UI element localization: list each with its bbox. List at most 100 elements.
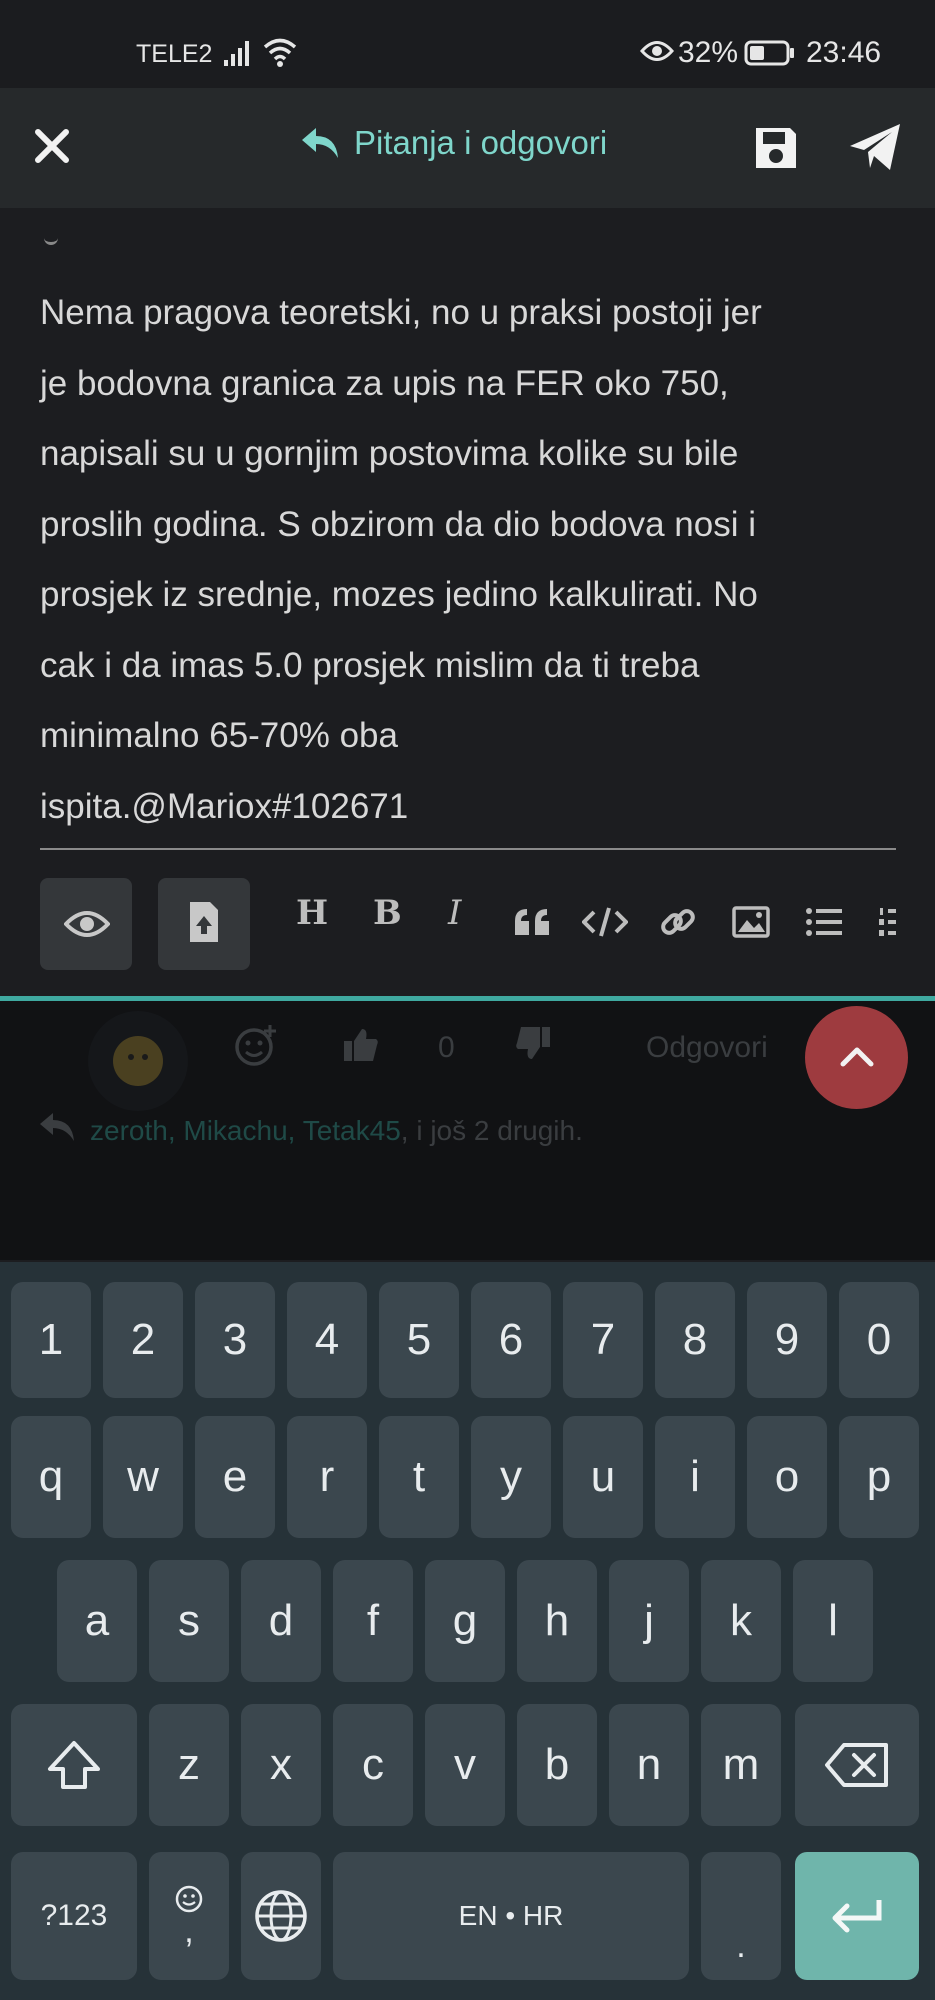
key-u[interactable]: u [563, 1416, 643, 1538]
key-y[interactable]: y [471, 1416, 551, 1538]
reply-more-label: , i još 2 drugih. [400, 1115, 583, 1146]
key-n[interactable]: n [609, 1704, 689, 1826]
globe-icon [255, 1890, 307, 1942]
soft-keyboard: 1 2 3 4 5 6 7 8 9 0 q w e r t y u i o p … [0, 1262, 935, 2000]
shift-key[interactable] [11, 1704, 137, 1826]
reply-link[interactable]: Odgovori [646, 1031, 768, 1065]
image-icon[interactable] [732, 906, 770, 938]
reply-icon [302, 128, 338, 158]
key-p[interactable]: p [839, 1416, 919, 1538]
period-key[interactable]: . [701, 1852, 781, 1980]
key-h[interactable]: h [517, 1560, 597, 1682]
enter-key[interactable] [795, 1852, 919, 1980]
editor-line: proslih godina. S obzirom da dio bodova … [40, 504, 756, 544]
key-k[interactable]: k [701, 1560, 781, 1682]
language-key[interactable] [241, 1852, 321, 1980]
composer-title: Pitanja i odgovori [354, 124, 608, 161]
eye-icon [64, 911, 110, 937]
key-g[interactable]: g [425, 1560, 505, 1682]
file-upload-icon [190, 902, 218, 942]
shift-icon [48, 1741, 100, 1789]
eye-icon [640, 41, 674, 61]
key-c[interactable]: c [333, 1704, 413, 1826]
key-e[interactable]: e [195, 1416, 275, 1538]
editor-line: je bodovna granica za upis na FER oko 75… [40, 363, 729, 403]
space-bar[interactable]: EN • HR [333, 1852, 689, 1980]
wifi-icon [263, 38, 297, 67]
key-x[interactable]: x [241, 1704, 321, 1826]
editor-line: ispita.@Mariox#102671 [40, 786, 409, 826]
key-t[interactable]: t [379, 1416, 459, 1538]
scrolled-text-fragment [44, 236, 58, 245]
keyboard-row-qwerty: q w e r t y u i o p [11, 1416, 926, 1540]
key-i[interactable]: i [655, 1416, 735, 1538]
key-3[interactable]: 3 [195, 1282, 275, 1398]
preview-button[interactable] [40, 878, 132, 970]
editor-line: prosjek iz srednje, mozes jedino kalkuli… [40, 575, 758, 614]
like-count: 0 [438, 1031, 455, 1064]
key-m[interactable]: m [701, 1704, 781, 1826]
ordered-list-icon[interactable] [878, 906, 898, 938]
key-8[interactable]: 8 [655, 1282, 735, 1398]
key-v[interactable]: v [425, 1704, 505, 1826]
key-0[interactable]: 0 [839, 1282, 919, 1398]
key-r[interactable]: r [287, 1416, 367, 1538]
replies-summary[interactable]: zeroth, Mikachu, Tetak45, i još 2 drugih… [90, 1115, 583, 1147]
scroll-to-top-button[interactable] [805, 1006, 908, 1109]
emoji-icon [175, 1885, 203, 1913]
emoji-comma-key[interactable]: , [149, 1852, 229, 1980]
editor-divider [40, 848, 896, 850]
save-draft-icon[interactable] [752, 124, 800, 172]
bold-button[interactable]: B [373, 893, 402, 933]
close-icon[interactable] [32, 126, 72, 166]
signal-icon [224, 41, 249, 66]
comma-label: , [184, 1912, 194, 1950]
symbols-key[interactable]: ?123 [11, 1852, 137, 1980]
keyboard-row-numbers: 1 2 3 4 5 6 7 8 9 0 [11, 1282, 926, 1400]
key-w[interactable]: w [103, 1416, 183, 1538]
key-4[interactable]: 4 [287, 1282, 367, 1398]
key-s[interactable]: s [149, 1560, 229, 1682]
backspace-key[interactable] [795, 1704, 919, 1826]
key-l[interactable]: l [793, 1560, 873, 1682]
reply-usernames[interactable]: zeroth, Mikachu, Tetak45 [90, 1115, 401, 1146]
key-6[interactable]: 6 [471, 1282, 551, 1398]
add-reaction-icon[interactable] [234, 1023, 278, 1067]
reaction-avatar [88, 1011, 188, 1111]
editor-line: minimalno 65-70% oba [40, 716, 398, 755]
key-d[interactable]: d [241, 1560, 321, 1682]
key-q[interactable]: q [11, 1416, 91, 1538]
key-b[interactable]: b [517, 1704, 597, 1826]
post-actions-overlay: 0 Odgovori zeroth, Mikachu, Tetak45, i j… [0, 1001, 935, 1260]
key-a[interactable]: a [57, 1560, 137, 1682]
editor-line: napisali su u gornjim postovima kolike s… [40, 434, 739, 473]
upload-button[interactable] [158, 878, 250, 970]
battery-percent: 32% [678, 36, 739, 69]
code-icon[interactable] [582, 906, 628, 938]
key-o[interactable]: o [747, 1416, 827, 1538]
thumbs-down-icon[interactable] [514, 1025, 552, 1061]
reply-editor[interactable]: Nema pragova teoretski, no u praksi post… [40, 278, 900, 842]
thumbs-up-icon[interactable] [342, 1027, 380, 1063]
keyboard-row-space: ?123 , EN • HR . [11, 1852, 926, 1982]
key-z[interactable]: z [149, 1704, 229, 1826]
key-j[interactable]: j [609, 1560, 689, 1682]
key-f[interactable]: f [333, 1560, 413, 1682]
enter-icon [832, 1900, 882, 1933]
reply-icon [40, 1113, 74, 1141]
send-icon[interactable] [848, 122, 902, 174]
battery-icon [744, 40, 794, 66]
link-icon[interactable] [660, 904, 696, 940]
heading-button[interactable]: H [296, 893, 328, 933]
quote-icon[interactable] [513, 907, 551, 937]
key-9[interactable]: 9 [747, 1282, 827, 1398]
key-7[interactable]: 7 [563, 1282, 643, 1398]
clock: 23:46 [806, 36, 882, 69]
key-2[interactable]: 2 [103, 1282, 183, 1398]
bullet-list-icon[interactable] [806, 908, 842, 936]
chevron-up-icon [840, 1047, 874, 1067]
italic-button[interactable]: I [448, 893, 461, 933]
neutral-face-icon [113, 1036, 163, 1086]
key-5[interactable]: 5 [379, 1282, 459, 1398]
key-1[interactable]: 1 [11, 1282, 91, 1398]
